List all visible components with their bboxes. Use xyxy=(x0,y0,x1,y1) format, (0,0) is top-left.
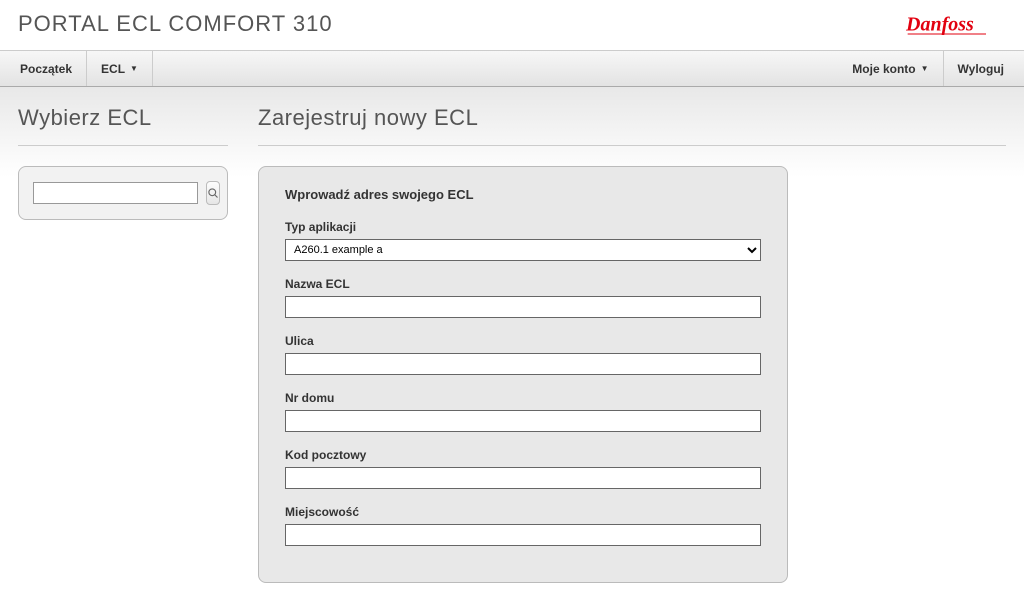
field-app-type: Typ aplikacji A260.1 example a xyxy=(285,220,761,261)
field-city: Miejscowość xyxy=(285,505,761,546)
divider xyxy=(258,145,1006,146)
field-house-no: Nr domu xyxy=(285,391,761,432)
input-ecl-name[interactable] xyxy=(285,296,761,318)
nav-ecl[interactable]: ECL ▼ xyxy=(87,51,153,86)
svg-text:Danfoss: Danfoss xyxy=(906,14,974,36)
nav-account-label: Moje konto xyxy=(852,62,915,76)
search-icon xyxy=(207,187,219,199)
nav-home[interactable]: Początek xyxy=(6,51,87,86)
search-input[interactable] xyxy=(33,182,198,204)
nav-bar: Początek ECL ▼ Moje konto ▼ Wyloguj xyxy=(0,51,1024,87)
main: Zarejestruj nowy ECL Wprowadź adres swoj… xyxy=(258,105,1006,583)
sidebar-heading: Wybierz ECL xyxy=(18,105,228,131)
input-postal[interactable] xyxy=(285,467,761,489)
field-street: Ulica xyxy=(285,334,761,375)
input-street[interactable] xyxy=(285,353,761,375)
nav-home-label: Początek xyxy=(20,62,72,76)
site-title: PORTAL ECL COMFORT 310 xyxy=(18,11,333,37)
nav-right: Moje konto ▼ Wyloguj xyxy=(838,51,1018,86)
danfoss-logo: Danfoss xyxy=(906,10,1006,38)
nav-account[interactable]: Moje konto ▼ xyxy=(838,51,942,86)
label-street: Ulica xyxy=(285,334,761,348)
field-ecl-name: Nazwa ECL xyxy=(285,277,761,318)
search-button[interactable] xyxy=(206,181,220,205)
input-city[interactable] xyxy=(285,524,761,546)
form-title: Wprowadź adres swojego ECL xyxy=(285,187,761,202)
label-postal: Kod pocztowy xyxy=(285,448,761,462)
field-postal: Kod pocztowy xyxy=(285,448,761,489)
label-house-no: Nr domu xyxy=(285,391,761,405)
select-app-type[interactable]: A260.1 example a xyxy=(285,239,761,261)
register-form: Wprowadź adres swojego ECL Typ aplikacji… xyxy=(258,166,788,583)
label-app-type: Typ aplikacji xyxy=(285,220,761,234)
chevron-down-icon: ▼ xyxy=(130,64,138,73)
header: PORTAL ECL COMFORT 310 Danfoss xyxy=(0,0,1024,51)
main-heading: Zarejestruj nowy ECL xyxy=(258,105,1006,131)
label-city: Miejscowość xyxy=(285,505,761,519)
nav-ecl-label: ECL xyxy=(101,62,125,76)
divider xyxy=(18,145,228,146)
search-card xyxy=(18,166,228,220)
label-ecl-name: Nazwa ECL xyxy=(285,277,761,291)
content: Wybierz ECL Zarejestruj nowy ECL Wprowad… xyxy=(0,87,1024,601)
nav-logout-label: Wyloguj xyxy=(958,62,1004,76)
input-house-no[interactable] xyxy=(285,410,761,432)
sidebar: Wybierz ECL xyxy=(18,105,228,583)
chevron-down-icon: ▼ xyxy=(921,64,929,73)
nav-logout[interactable]: Wyloguj xyxy=(943,51,1018,86)
nav-left: Początek ECL ▼ xyxy=(6,51,153,86)
